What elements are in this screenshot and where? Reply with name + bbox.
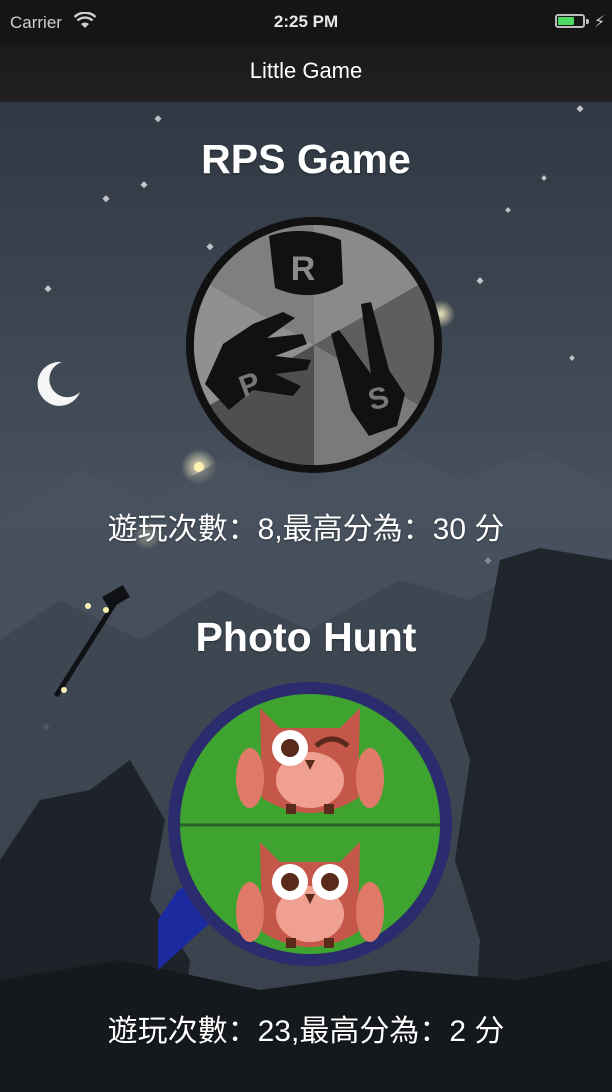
navigation-bar: Little Game bbox=[0, 44, 612, 102]
nav-title: Little Game bbox=[249, 58, 363, 83]
owl-photo-hunt-icon[interactable] bbox=[158, 680, 458, 970]
rock-paper-scissors-icon[interactable]: R P S bbox=[183, 214, 445, 476]
status-bar: Carrier 2:25 PM ⚡ bbox=[0, 0, 612, 44]
charging-icon: ⚡ bbox=[594, 14, 606, 31]
svg-text:R: R bbox=[291, 250, 316, 288]
clock: 2:25 PM bbox=[273, 12, 339, 31]
photo-hunt-title: Photo Hunt bbox=[195, 614, 417, 660]
battery-icon bbox=[555, 14, 589, 28]
rps-stats-text: 遊玩次數：8,最高分為：30 分 bbox=[107, 513, 505, 546]
photo-hunt-stats-text: 遊玩次數：23,最高分為：2 分 bbox=[107, 1015, 505, 1048]
rps-game-title: RPS Game bbox=[201, 136, 411, 182]
